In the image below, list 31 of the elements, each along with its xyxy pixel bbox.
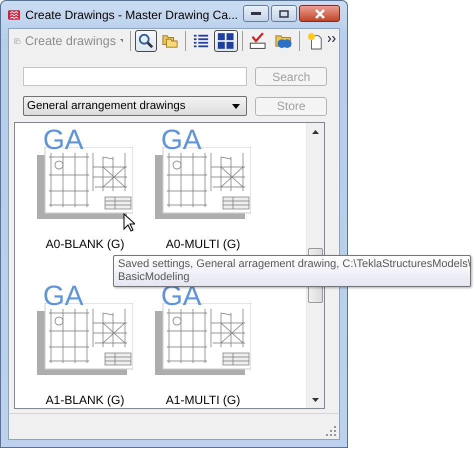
new-document-icon [307,31,323,51]
drawing-name: A0-MULTI (G) [166,237,240,251]
maximize-icon [279,10,289,18]
folders-icon [162,33,178,49]
spell-check-icon [249,31,267,51]
drawing-name: A1-BLANK (G) [46,393,124,407]
caret-icon [120,38,124,44]
scroll-up-icon[interactable] [312,130,319,134]
close-icon [314,8,326,18]
drawing-name: A0-BLANK (G) [46,237,124,251]
grid-view-icon [217,31,235,51]
scroll-down-icon[interactable] [312,398,319,402]
drawing-name: A1-MULTI (G) [166,393,240,407]
mouse-cursor-icon [123,213,135,232]
search-tool-button[interactable] [135,30,158,52]
overflow-chevron-icon[interactable] [328,36,337,42]
badge-label: GA [161,127,202,153]
drawing-type-dropdown[interactable]: General arrangement drawings [23,96,248,116]
minimize-button[interactable] [243,5,269,22]
maximize-button[interactable] [271,5,297,22]
window-title: Create Drawings - Master Drawing Ca... [25,8,238,22]
badge-label: GA [43,127,84,153]
badge-label: GA [43,283,84,309]
caret-icon [232,104,240,108]
list-view-icon [193,32,210,50]
grid-tool-button[interactable] [214,30,238,52]
search-field[interactable] [23,67,248,86]
resize-grip-icon[interactable] [326,426,336,436]
search-icon [138,32,154,50]
minimize-icon [251,12,261,16]
close-button[interactable] [299,5,340,22]
